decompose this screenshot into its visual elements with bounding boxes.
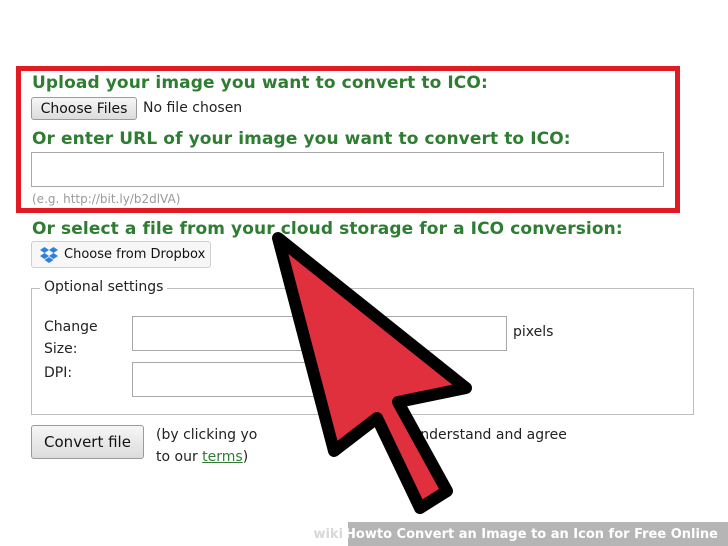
caption-wiki: wiki — [313, 526, 344, 542]
wikihow-caption: wiki How to Convert an Image to an Icon f… — [313, 522, 728, 546]
red-arrow-pointer-icon — [272, 232, 472, 514]
caption-title: to Convert an Image to an Icon for Free … — [376, 526, 718, 542]
caption-how: How — [345, 526, 377, 542]
